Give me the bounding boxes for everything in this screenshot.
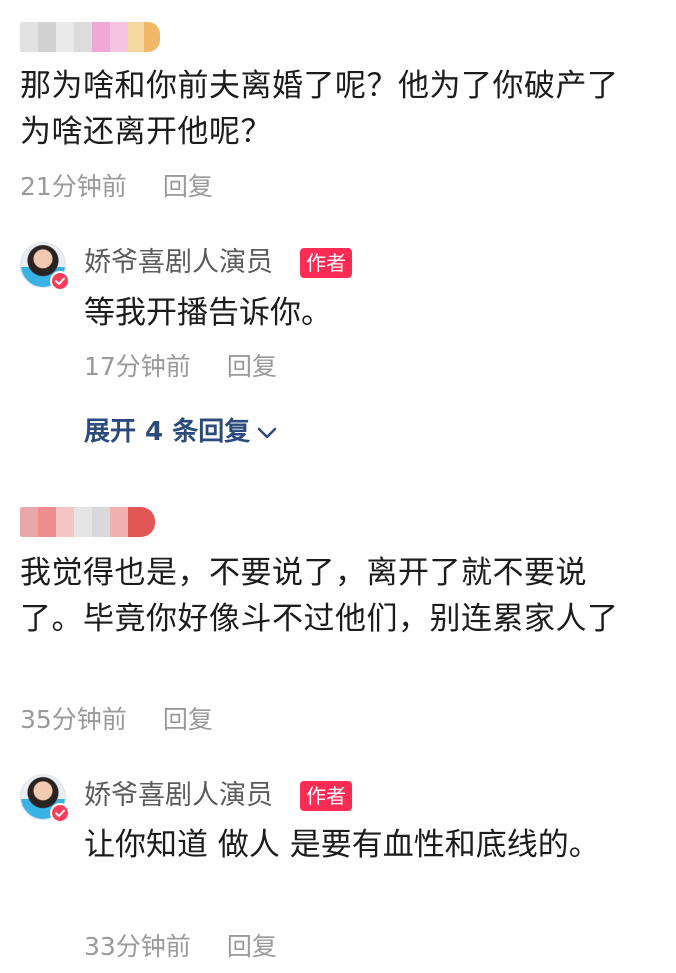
author-avatar[interactable] <box>20 774 70 823</box>
author-name[interactable]: 娇爷喜剧人演员 <box>84 247 273 279</box>
reply-meta: 33分钟前 回复 <box>84 932 277 962</box>
author-avatar[interactable] <box>20 242 70 291</box>
comment-time: 35分钟前 <box>20 705 127 734</box>
reply-text: 等我开播告诉你。 <box>84 295 332 331</box>
reply-text: 让你知道 做人 是要有血性和底线的。 <box>84 827 600 863</box>
comment-meta: 35分钟前 回复 <box>20 705 213 735</box>
reply-time: 17分钟前 <box>84 352 191 381</box>
check-badge-icon <box>50 271 70 291</box>
comment-thread: 那为啥和你前夫离婚了呢？他为了你破产了为啥还离开他呢？ 21分钟前 回复 娇爷喜剧… <box>0 0 676 973</box>
comment-meta: 21分钟前 回复 <box>20 172 213 202</box>
expand-replies-label: 展开 4 条回复 <box>84 417 251 447</box>
comment-time: 21分钟前 <box>20 172 127 201</box>
chevron-down-icon <box>257 427 277 438</box>
reply-button[interactable]: 回复 <box>163 705 213 734</box>
reply-meta: 17分钟前 回复 <box>84 352 277 382</box>
reply-button[interactable]: 回复 <box>227 932 277 961</box>
check-badge-icon <box>50 803 70 823</box>
blurred-username[interactable] <box>20 507 155 537</box>
expand-replies-button[interactable]: 展开 4 条回复 <box>84 416 278 448</box>
comment-text: 那为啥和你前夫离婚了呢？他为了你破产了为啥还离开他呢？ <box>20 68 619 150</box>
blurred-username[interactable] <box>20 22 180 52</box>
author-name[interactable]: 娇爷喜剧人演员 <box>84 780 273 812</box>
reply-time: 33分钟前 <box>84 932 191 961</box>
comment-text: 我觉得也是，不要说了，离开了就不要说了。毕竟你好像斗不过他们，别连累家人了 <box>20 555 619 637</box>
reply-button[interactable]: 回复 <box>163 172 213 201</box>
author-tag: 作者 <box>300 781 352 811</box>
author-tag: 作者 <box>300 248 352 278</box>
reply-button[interactable]: 回复 <box>227 352 277 381</box>
